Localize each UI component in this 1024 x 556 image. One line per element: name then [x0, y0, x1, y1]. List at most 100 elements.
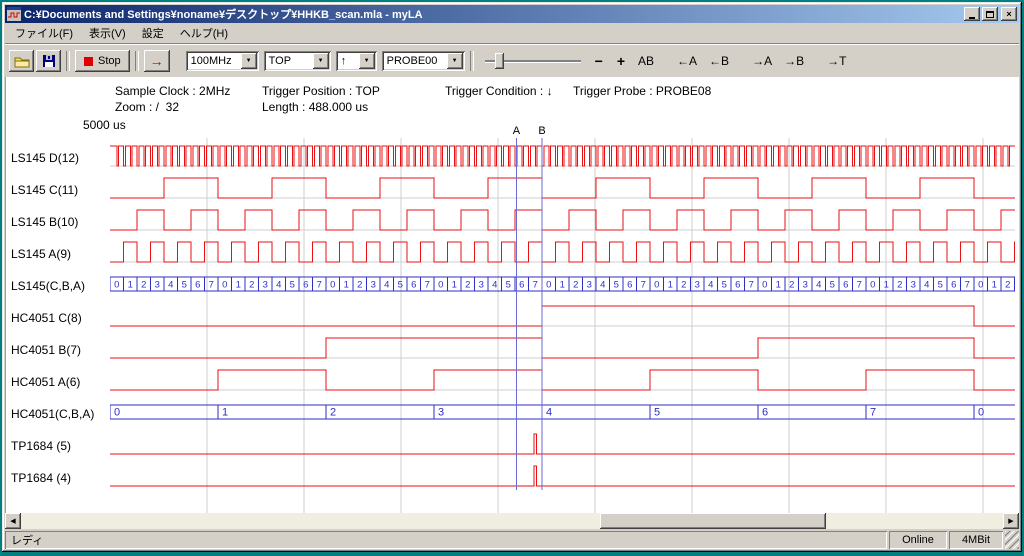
svg-text:1: 1	[128, 280, 133, 291]
zoom-slider-thumb[interactable]	[495, 53, 504, 69]
svg-text:4: 4	[384, 280, 389, 291]
sample-clock-value: 100MHz	[191, 55, 241, 67]
channel-label: LS145 A(9)	[11, 238, 109, 270]
trigger-position-text: Trigger Position : TOP	[262, 84, 380, 98]
svg-text:7: 7	[317, 280, 322, 291]
probe-select[interactable]: PROBE00 ▼	[382, 51, 465, 71]
stop-button[interactable]: Stop	[75, 50, 130, 72]
window-title: C:¥Documents and Settings¥noname¥デスクトップ¥…	[24, 6, 961, 22]
scroll-left-button[interactable]: ◀	[5, 513, 21, 529]
svg-text:4: 4	[276, 280, 281, 291]
scrollbar-thumb[interactable]	[600, 513, 826, 529]
channel-label: HC4051 B(7)	[11, 334, 109, 366]
svg-text:3: 3	[803, 280, 808, 291]
minimize-icon	[969, 17, 975, 19]
resize-grip[interactable]	[1005, 531, 1019, 549]
save-button[interactable]	[36, 50, 61, 72]
svg-text:3: 3	[371, 280, 376, 291]
zoom-out-button[interactable]: −	[589, 50, 609, 72]
jump-left-a-button[interactable]: ←A	[672, 50, 702, 72]
status-text: レディ	[5, 531, 887, 549]
svg-text:5: 5	[182, 280, 187, 291]
online-status: Online	[889, 531, 947, 549]
memory-status: 4MBit	[949, 531, 1003, 549]
toolbar-separator	[470, 51, 474, 71]
svg-text:0: 0	[978, 407, 984, 419]
menu-file[interactable]: ファイル(F)	[7, 23, 81, 43]
svg-text:4: 4	[924, 280, 929, 291]
svg-text:0: 0	[546, 280, 551, 291]
toolbar: Stop → 100MHz ▼ TOP ▼ ↑ ▼ PROBE00 ▼ − + …	[5, 44, 1019, 77]
chevron-down-icon[interactable]: ▼	[313, 53, 329, 69]
svg-text:A: A	[513, 125, 521, 137]
svg-text:1: 1	[992, 280, 997, 291]
sample-clock-text: Sample Clock : 2MHz	[115, 84, 230, 98]
svg-text:4: 4	[546, 407, 552, 419]
scroll-right-button[interactable]: ▶	[1003, 513, 1019, 529]
svg-text:0: 0	[762, 280, 767, 291]
open-button[interactable]	[9, 50, 34, 72]
chevron-down-icon[interactable]: ▼	[241, 53, 257, 69]
trigger-position-value: TOP	[269, 55, 313, 67]
jump-trigger-button[interactable]: →T	[822, 50, 851, 72]
stop-label: Stop	[98, 55, 121, 67]
trigger-position-select[interactable]: TOP ▼	[264, 51, 331, 71]
run-button[interactable]: →	[144, 50, 170, 72]
chevron-down-icon[interactable]: ▼	[447, 53, 463, 69]
zoom-slider[interactable]	[483, 51, 583, 71]
menubar: ファイル(F) 表示(V) 設定 ヘルプ(H)	[5, 23, 1019, 44]
svg-text:3: 3	[695, 280, 700, 291]
channel-label: HC4051(C,B,A)	[11, 398, 109, 430]
channel-label: HC4051 A(6)	[11, 366, 109, 398]
svg-text:0: 0	[438, 280, 443, 291]
minimize-button[interactable]	[964, 7, 980, 21]
channel-label: TP1684 (5)	[11, 430, 109, 462]
horizontal-scrollbar[interactable]: ◀ ▶	[5, 513, 1019, 529]
svg-text:6: 6	[411, 280, 416, 291]
svg-text:6: 6	[303, 280, 308, 291]
svg-text:7: 7	[533, 280, 538, 291]
svg-text:6: 6	[735, 280, 740, 291]
close-button[interactable]: ×	[1001, 7, 1017, 21]
app-icon	[7, 7, 21, 21]
svg-text:4: 4	[708, 280, 713, 291]
svg-text:3: 3	[263, 280, 268, 291]
jump-right-a-button[interactable]: →A	[747, 50, 777, 72]
svg-text:3: 3	[155, 280, 160, 291]
sample-clock-select[interactable]: 100MHz ▼	[186, 51, 259, 71]
svg-text:6: 6	[195, 280, 200, 291]
menu-help[interactable]: ヘルプ(H)	[172, 23, 236, 43]
svg-text:2: 2	[141, 280, 146, 291]
channel-label: LS145(C,B,A)	[11, 270, 109, 302]
zoom-in-button[interactable]: +	[611, 50, 631, 72]
svg-text:6: 6	[951, 280, 956, 291]
open-folder-icon	[14, 55, 30, 68]
toolbar-separator	[66, 51, 70, 71]
svg-text:2: 2	[249, 280, 254, 291]
svg-text:0: 0	[978, 280, 983, 291]
waveform-plot[interactable]: 0123456701234567012345670123456701234567…	[110, 124, 1015, 513]
svg-text:1: 1	[776, 280, 781, 291]
maximize-button[interactable]	[982, 7, 998, 21]
maximize-icon	[986, 11, 994, 18]
svg-text:0: 0	[114, 407, 120, 419]
trigger-edge-select[interactable]: ↑ ▼	[336, 51, 377, 71]
jump-right-b-button[interactable]: →B	[779, 50, 809, 72]
ab-cursors-button[interactable]: AB	[633, 50, 659, 72]
menu-settings[interactable]: 設定	[134, 23, 172, 43]
svg-text:0: 0	[114, 280, 119, 291]
trigger-edge-value: ↑	[341, 55, 359, 67]
titlebar[interactable]: C:¥Documents and Settings¥noname¥デスクトップ¥…	[5, 5, 1019, 23]
app-window: C:¥Documents and Settings¥noname¥デスクトップ¥…	[2, 2, 1022, 552]
jump-left-b-button[interactable]: ←B	[704, 50, 734, 72]
svg-text:7: 7	[641, 280, 646, 291]
close-icon: ×	[1006, 10, 1011, 19]
svg-text:3: 3	[911, 280, 916, 291]
svg-text:0: 0	[222, 280, 227, 291]
probe-value: PROBE00	[387, 55, 447, 67]
menu-view[interactable]: 表示(V)	[81, 23, 134, 43]
svg-text:2: 2	[330, 407, 336, 419]
svg-text:4: 4	[168, 280, 173, 291]
chevron-down-icon[interactable]: ▼	[359, 53, 375, 69]
scrollbar-track[interactable]	[21, 513, 1003, 529]
